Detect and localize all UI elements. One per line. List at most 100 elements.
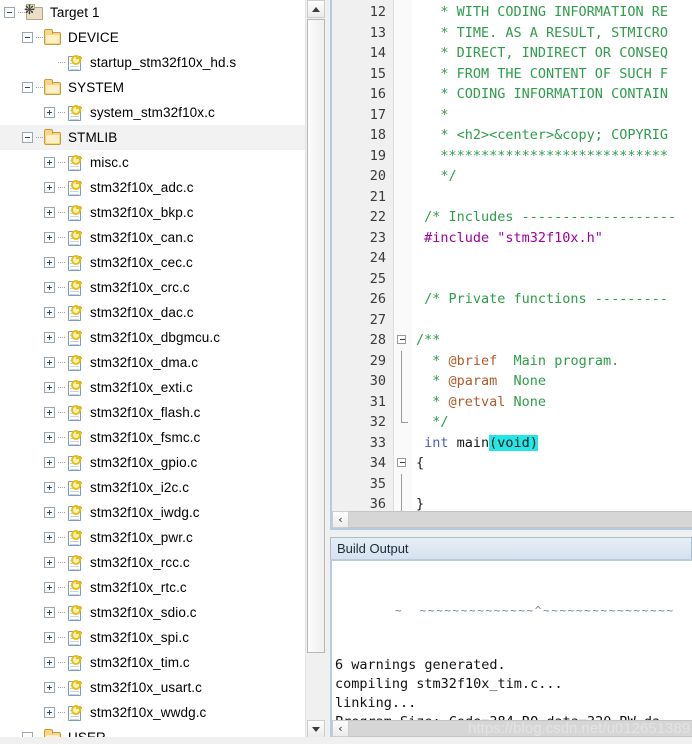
build-scroll-left-icon[interactable]: ‹ xyxy=(332,720,349,737)
expand-plus-icon[interactable] xyxy=(44,107,55,118)
expand-plus-icon[interactable] xyxy=(44,707,55,718)
tree-item-stm32f10x-exti-c[interactable]: stm32f10x_exti.c xyxy=(0,375,305,400)
expand-plus-icon[interactable] xyxy=(44,257,55,268)
fold-collapse-icon[interactable] xyxy=(397,458,406,467)
tree-item-stm32f10x-can-c[interactable]: stm32f10x_can.c xyxy=(0,225,305,250)
code-line[interactable]: 29 * @brief Main program. xyxy=(332,350,692,371)
code-line[interactable]: 35 xyxy=(332,473,692,494)
expand-plus-icon[interactable] xyxy=(44,282,55,293)
code-line[interactable]: 22 /* Includes ------------------- xyxy=(332,207,692,228)
expand-plus-icon[interactable] xyxy=(44,207,55,218)
tree-item-stm32f10x-spi-c[interactable]: stm32f10x_spi.c xyxy=(0,625,305,650)
tree-item-device[interactable]: DEVICE xyxy=(0,25,305,50)
tree-item-stm32f10x-wwdg-c[interactable]: stm32f10x_wwdg.c xyxy=(0,700,305,725)
code-line[interactable]: 36} xyxy=(332,494,692,511)
tree-item-target-1[interactable]: ❋ Target 1 xyxy=(0,0,305,25)
tree-item-stm32f10x-fsmc-c[interactable]: stm32f10x_fsmc.c xyxy=(0,425,305,450)
code-line[interactable]: 25 xyxy=(332,269,692,290)
code-line[interactable]: 33 int main(void) xyxy=(332,433,692,454)
code-token: * FROM THE CONTENT OF SUCH F xyxy=(416,65,668,82)
pane-splitter-horizontal[interactable] xyxy=(330,530,692,537)
editor-horizontal-scrollbar[interactable]: ‹ xyxy=(332,511,692,528)
code-line[interactable]: 14 * DIRECT, INDIRECT OR CONSEQ xyxy=(332,43,692,64)
expand-plus-icon[interactable] xyxy=(44,557,55,568)
code-line[interactable]: 18 * <h2><center>&copy; COPYRIG xyxy=(332,125,692,146)
code-line[interactable]: 15 * FROM THE CONTENT OF SUCH F xyxy=(332,64,692,85)
code-line[interactable]: 17 * xyxy=(332,105,692,126)
collapse-minus-icon[interactable] xyxy=(22,82,33,93)
code-line[interactable]: 26 /* Private functions --------- xyxy=(332,289,692,310)
scroll-down-arrow-icon[interactable] xyxy=(307,720,325,738)
collapse-minus-icon[interactable] xyxy=(4,7,15,18)
expand-plus-icon[interactable] xyxy=(44,682,55,693)
expand-plus-icon[interactable] xyxy=(44,232,55,243)
code-line[interactable]: 34 { xyxy=(332,453,692,474)
code-line[interactable]: 19 **************************** xyxy=(332,146,692,167)
tree-vertical-scrollbar[interactable] xyxy=(305,0,325,738)
tree-item-stm32f10x-usart-c[interactable]: stm32f10x_usart.c xyxy=(0,675,305,700)
tree-item-stm32f10x-rcc-c[interactable]: stm32f10x_rcc.c xyxy=(0,550,305,575)
expand-plus-icon[interactable] xyxy=(44,432,55,443)
tree-item-stm32f10x-sdio-c[interactable]: stm32f10x_sdio.c xyxy=(0,600,305,625)
code-line[interactable]: 12 * WITH CODING INFORMATION RE xyxy=(332,2,692,23)
expand-plus-icon[interactable] xyxy=(44,507,55,518)
tree-item-stm32f10x-gpio-c[interactable]: stm32f10x_gpio.c xyxy=(0,450,305,475)
project-tree-list[interactable]: ❋ Target 1 DEVICE startup_stm32f10x_hd.s SYS… xyxy=(0,0,305,738)
code-line[interactable]: 31 * @retval None xyxy=(332,391,692,412)
expand-plus-icon[interactable] xyxy=(44,457,55,468)
code-line[interactable]: 32 */ xyxy=(332,412,692,433)
editor-hscroll-track[interactable] xyxy=(349,511,692,528)
tree-item-startup-stm32f10x-hd-s[interactable]: startup_stm32f10x_hd.s xyxy=(0,50,305,75)
tree-item-stmlib[interactable]: STMLIB xyxy=(0,125,305,150)
code-line[interactable]: 21 xyxy=(332,187,692,208)
tree-item-stm32f10x-flash-c[interactable]: stm32f10x_flash.c xyxy=(0,400,305,425)
tree-item-stm32f10x-dac-c[interactable]: stm32f10x_dac.c xyxy=(0,300,305,325)
tree-item-stm32f10x-i2c-c[interactable]: stm32f10x_i2c.c xyxy=(0,475,305,500)
expand-plus-icon[interactable] xyxy=(44,532,55,543)
tree-item-stm32f10x-bkp-c[interactable]: stm32f10x_bkp.c xyxy=(0,200,305,225)
code-line[interactable]: 28 /** xyxy=(332,330,692,351)
build-output-body[interactable]: ~ ~~~~~~~~~~~~~~^~~~~~~~~~~~~~~~~ 6 warn… xyxy=(330,559,692,739)
build-hscroll-track[interactable] xyxy=(349,720,692,737)
code-line[interactable]: 24 xyxy=(332,248,692,269)
tree-item-stm32f10x-rtc-c[interactable]: stm32f10x_rtc.c xyxy=(0,575,305,600)
tree-scrollbar-thumb[interactable] xyxy=(307,19,325,653)
expand-plus-icon[interactable] xyxy=(44,632,55,643)
code-line[interactable]: 27 xyxy=(332,310,692,331)
code-editor-surface[interactable]: 12 * WITH CODING INFORMATION RE 13 * TIME… xyxy=(332,0,692,511)
line-number: 12 xyxy=(369,4,386,20)
fold-collapse-icon[interactable] xyxy=(397,335,406,344)
code-line[interactable]: 13 * TIME. AS A RESULT, STMICRO xyxy=(332,23,692,44)
expand-plus-icon[interactable] xyxy=(44,382,55,393)
tree-item-stm32f10x-pwr-c[interactable]: stm32f10x_pwr.c xyxy=(0,525,305,550)
tree-item-misc-c[interactable]: misc.c xyxy=(0,150,305,175)
code-line[interactable]: 23 #include "stm32f10x.h" xyxy=(332,228,692,249)
expand-plus-icon[interactable] xyxy=(44,407,55,418)
tree-item-stm32f10x-adc-c[interactable]: stm32f10x_adc.c xyxy=(0,175,305,200)
code-line[interactable]: 20 */ xyxy=(332,166,692,187)
expand-plus-icon[interactable] xyxy=(44,657,55,668)
editor-scroll-left-icon[interactable]: ‹ xyxy=(332,511,349,528)
collapse-minus-icon[interactable] xyxy=(22,32,33,43)
tree-item-system-stm32f10x-c[interactable]: system_stm32f10x.c xyxy=(0,100,305,125)
tree-item-stm32f10x-iwdg-c[interactable]: stm32f10x_iwdg.c xyxy=(0,500,305,525)
code-line[interactable]: 30 * @param None xyxy=(332,371,692,392)
tree-item-stm32f10x-tim-c[interactable]: stm32f10x_tim.c xyxy=(0,650,305,675)
expand-plus-icon[interactable] xyxy=(44,357,55,368)
tree-item-stm32f10x-dbgmcu-c[interactable]: stm32f10x_dbgmcu.c xyxy=(0,325,305,350)
expand-plus-icon[interactable] xyxy=(44,332,55,343)
expand-plus-icon[interactable] xyxy=(44,607,55,618)
expand-plus-icon[interactable] xyxy=(44,157,55,168)
expand-plus-icon[interactable] xyxy=(44,307,55,318)
tree-item-stm32f10x-dma-c[interactable]: stm32f10x_dma.c xyxy=(0,350,305,375)
collapse-minus-icon[interactable] xyxy=(22,132,33,143)
expand-plus-icon[interactable] xyxy=(44,582,55,593)
expand-plus-icon[interactable] xyxy=(44,182,55,193)
tree-item-stm32f10x-cec-c[interactable]: stm32f10x_cec.c xyxy=(0,250,305,275)
code-line[interactable]: 16 * CODING INFORMATION CONTAIN xyxy=(332,84,692,105)
tree-item-system[interactable]: SYSTEM xyxy=(0,75,305,100)
build-horizontal-scrollbar[interactable]: ‹ xyxy=(332,720,692,737)
tree-item-stm32f10x-crc-c[interactable]: stm32f10x_crc.c xyxy=(0,275,305,300)
scroll-up-arrow-icon[interactable] xyxy=(307,0,325,18)
expand-plus-icon[interactable] xyxy=(44,482,55,493)
